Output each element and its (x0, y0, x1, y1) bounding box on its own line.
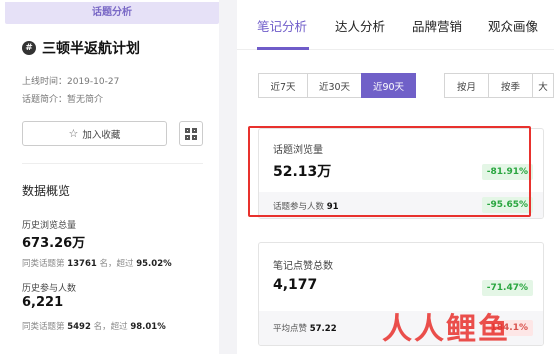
tab-audience-profile[interactable]: 观众画像 (488, 16, 538, 35)
topic-intro: 话题简介：暂无简介 (22, 95, 104, 105)
highlight-box (248, 126, 531, 217)
by-month-button[interactable]: 按月 (444, 73, 489, 98)
hashtag-icon: # (22, 41, 36, 55)
card-value: 4,177 (273, 277, 318, 293)
date-range-selector: 近7天 近30天 近90天 (258, 73, 416, 98)
analysis-tabs: 笔记分析 达人分析 品牌营销 观众画像 (237, 0, 554, 50)
footer-text: 平均点赞 57.22 (273, 324, 337, 334)
topic-info-panel: 话题分析 # 三顿半返航计划 上线时间：2019-10-27 话题简介：暂无简介… (0, 0, 219, 354)
watermark-logo: 人人鲤鱼 (382, 312, 510, 347)
card-label: 笔记点赞总数 (273, 261, 333, 272)
stat-rank-participants: 同类话题第 5492 名，超过 98.01% (22, 322, 166, 332)
range-90-days-button[interactable]: 近90天 (361, 73, 416, 98)
topic-title: 三顿半返航计划 (42, 41, 140, 57)
range-30-days-button[interactable]: 近30天 (307, 73, 362, 98)
active-tab-indicator (257, 47, 309, 50)
tab-influencer-analysis[interactable]: 达人分析 (335, 16, 385, 35)
topic-title-row: # 三顿半返航计划 (22, 38, 140, 58)
qr-code-button[interactable] (179, 121, 203, 146)
stat-rank-views: 同类话题第 13761 名，超过 95.02% (22, 259, 172, 269)
stat-value-participants: 6,221 (22, 295, 64, 310)
tab-brand-marketing[interactable]: 品牌营销 (412, 16, 462, 35)
add-favorite-label: 加入收藏 (82, 129, 121, 141)
add-favorite-button[interactable]: ☆ 加入收藏 (22, 121, 167, 146)
stat-value-views: 673.26万 (22, 236, 86, 251)
change-badge: -71.47% (481, 280, 533, 296)
divider (22, 163, 203, 164)
tab-note-analysis[interactable]: 笔记分析 (257, 16, 307, 35)
range-7-days-button[interactable]: 近7天 (258, 73, 308, 98)
qr-code-icon (185, 127, 197, 140)
star-icon: ☆ (68, 127, 79, 140)
stat-label-participants: 历史参与人数 (22, 284, 77, 294)
by-year-button[interactable]: 大 (532, 73, 554, 98)
by-quarter-button[interactable]: 按季 (488, 73, 533, 98)
launch-time: 上线时间：2019-10-27 (22, 77, 120, 87)
topic-analysis-tag: 话题分析 (5, 2, 219, 24)
period-selector: 按月 按季 大 (444, 73, 554, 98)
data-overview-title: 数据概览 (22, 184, 71, 198)
stat-label-views: 历史浏览总量 (22, 221, 77, 231)
